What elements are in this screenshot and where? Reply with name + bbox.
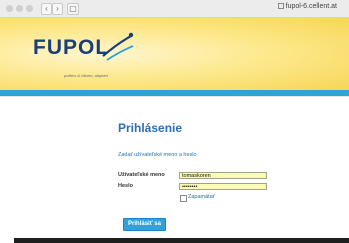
divider <box>0 96 349 97</box>
page-title: Prihlásenie <box>118 121 183 135</box>
remember-label[interactable]: Zapamätať <box>188 194 215 200</box>
logo-tagline: politics & citizen, aligned <box>64 73 108 78</box>
password-label: Heslo <box>118 183 133 189</box>
address-bar[interactable]: fupol-6.cellent.at <box>277 3 337 10</box>
sidebar-toggle-button[interactable]: ▢ <box>67 3 79 15</box>
login-button[interactable]: Prihlásiť sa <box>123 218 166 231</box>
browser-toolbar: ‹ › ▢ fupol-6.cellent.at <box>0 0 349 18</box>
logo-swoosh-icon <box>102 32 134 61</box>
login-instructions: Zadať užívateľské meno a heslo <box>118 152 197 158</box>
fupol-logo: FUPOL <box>33 36 110 59</box>
window-zoom-dot[interactable] <box>26 5 33 12</box>
username-field[interactable]: tomaskoren <box>179 172 267 179</box>
password-field[interactable]: •••••••• <box>179 183 267 190</box>
forward-button[interactable]: › <box>52 3 63 15</box>
bottom-bar <box>14 238 349 243</box>
back-button[interactable]: ‹ <box>41 3 52 15</box>
window-minimize-dot[interactable] <box>16 5 23 12</box>
address-text: fupol-6.cellent.at <box>285 3 337 10</box>
remember-checkbox[interactable] <box>180 195 187 202</box>
window-close-dot[interactable] <box>6 5 13 12</box>
lock-icon <box>277 3 284 10</box>
username-label: Užívateľské meno <box>118 172 165 178</box>
